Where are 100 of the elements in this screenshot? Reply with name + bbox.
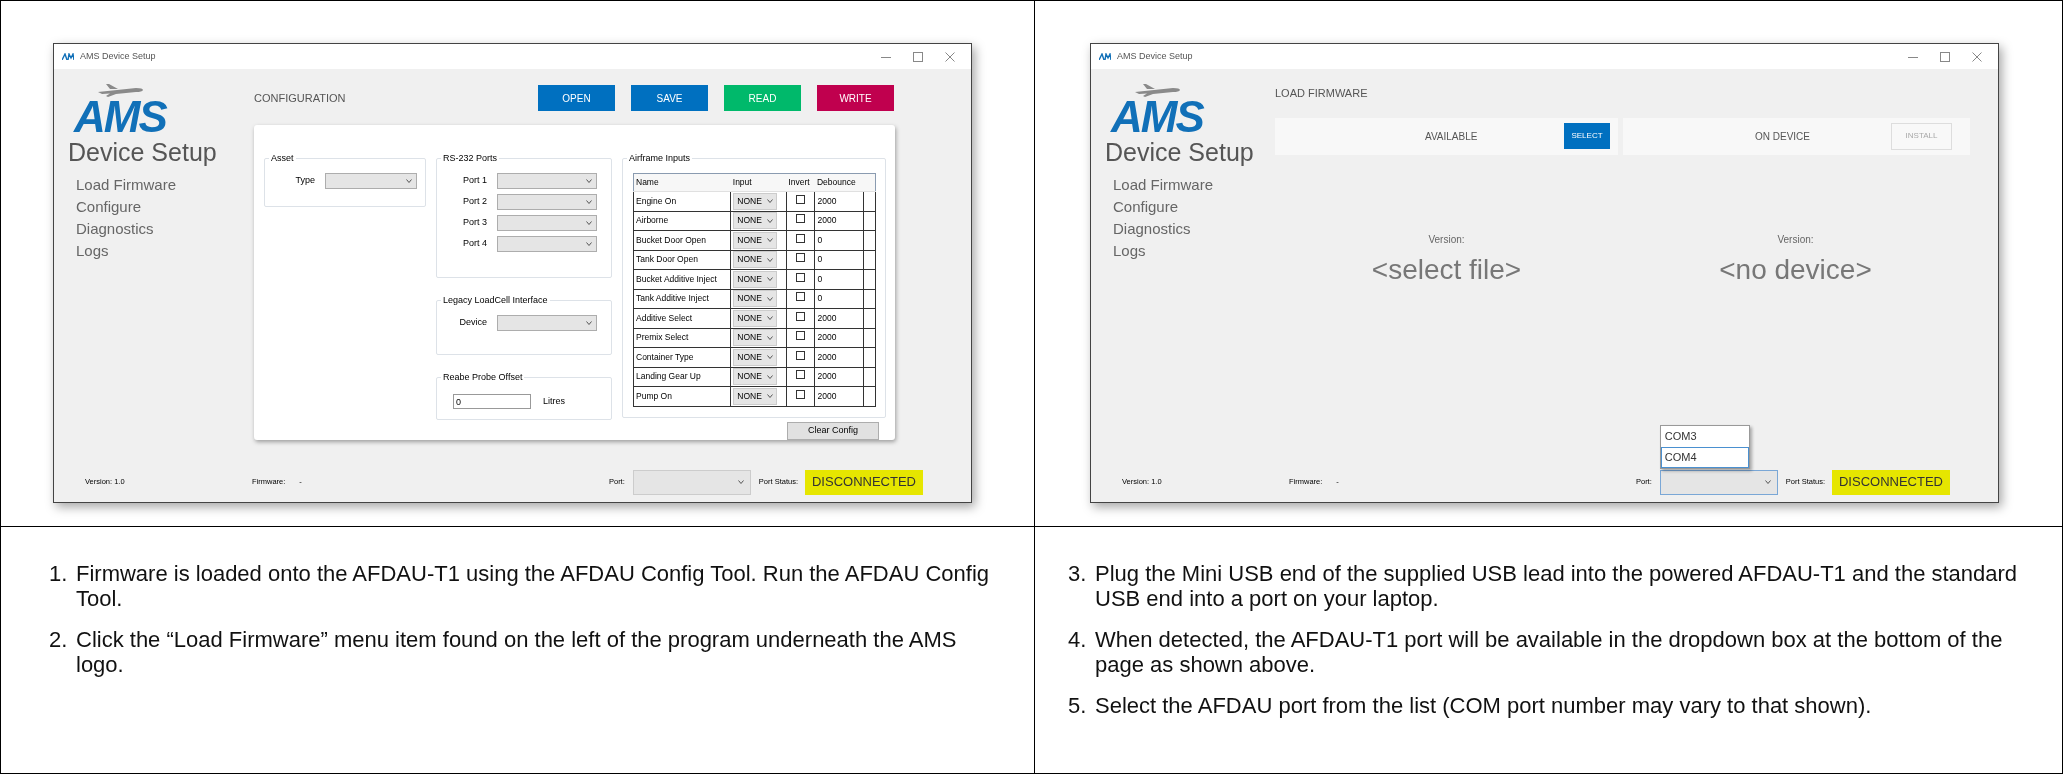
clear-config-button[interactable]: Clear Config bbox=[787, 421, 879, 440]
chevron-down-icon bbox=[767, 199, 774, 204]
chevron-down-icon bbox=[586, 200, 592, 204]
app-logo-icon bbox=[62, 53, 74, 60]
table-cell: Bucket Door Open bbox=[633, 230, 731, 250]
checkbox[interactable] bbox=[796, 331, 806, 341]
table-cell: Pump On bbox=[633, 386, 731, 406]
step-number: 1. bbox=[49, 561, 69, 588]
header-button[interactable]: WRITE bbox=[817, 85, 894, 111]
step-text: Plug the Mini USB end of the supplied USB lead into the powered AFDAU-T1 and the standard USB end into a port on your laptop. bbox=[1095, 561, 2019, 611]
header-button[interactable]: OPEN bbox=[538, 85, 615, 111]
status-badge: DISCONNECTED bbox=[805, 469, 923, 495]
chevron-down-icon bbox=[406, 179, 412, 183]
logo-text: AMS bbox=[1111, 97, 1205, 137]
page-title: LOAD FIRMWARE bbox=[1275, 86, 1369, 101]
group-title: Asset bbox=[269, 152, 296, 164]
field-label: Type bbox=[294, 174, 315, 188]
chevron-down-icon bbox=[586, 179, 592, 183]
table-cell: Additive Select bbox=[633, 308, 731, 328]
input-field[interactable]: 0 bbox=[453, 394, 531, 409]
chevron-down-icon bbox=[767, 374, 774, 379]
checkbox[interactable] bbox=[796, 311, 806, 321]
table-cell: Tank Door Open bbox=[633, 250, 731, 270]
close-icon bbox=[945, 51, 955, 62]
dropdown[interactable]: NONE bbox=[733, 270, 778, 288]
table-cell: Landing Gear Up bbox=[633, 367, 731, 387]
checkbox[interactable] bbox=[796, 253, 806, 263]
table-cell: Airborne bbox=[633, 211, 731, 231]
chevron-down-icon bbox=[586, 242, 592, 246]
menu-item[interactable]: Configure bbox=[76, 197, 254, 216]
step-number: 5. bbox=[1068, 693, 1088, 718]
window-title: AMS Device Setup bbox=[1117, 49, 1193, 63]
chevron-down-icon bbox=[767, 316, 774, 321]
page-title: CONFIGURATION bbox=[254, 90, 347, 106]
table-cell: 2000 bbox=[815, 328, 864, 348]
checkbox[interactable] bbox=[796, 370, 806, 380]
chevron-down-icon bbox=[767, 218, 774, 223]
dropdown[interactable]: NONE bbox=[733, 368, 778, 386]
table-cell: 0 bbox=[815, 289, 864, 309]
unit-label: Litres bbox=[543, 394, 565, 408]
table-cell: Bucket Additive Inject bbox=[633, 269, 731, 289]
dropdown[interactable]: NONE bbox=[733, 309, 778, 327]
chevron-down-icon bbox=[767, 355, 774, 360]
version-label: Version: bbox=[1428, 232, 1465, 247]
menu-item[interactable]: Diagnostics bbox=[76, 219, 254, 238]
logo-text: AMS bbox=[74, 97, 168, 137]
select-button[interactable]: SELECT bbox=[1564, 123, 1610, 149]
table-cell: Premix Select bbox=[633, 328, 731, 348]
dropdown[interactable]: NONE bbox=[733, 192, 778, 210]
dropdown-option[interactable]: COM4 bbox=[1660, 446, 1749, 468]
checkbox[interactable] bbox=[796, 350, 806, 360]
dropdown[interactable]: NONE bbox=[733, 387, 778, 405]
checkbox[interactable] bbox=[796, 214, 806, 224]
version-value: <select file> bbox=[1371, 252, 1522, 287]
checkbox[interactable] bbox=[796, 272, 806, 282]
dropdown[interactable]: NONE bbox=[733, 251, 778, 269]
header-button[interactable]: SAVE bbox=[631, 85, 708, 111]
maximize-icon bbox=[913, 51, 923, 62]
dropdown[interactable]: NONE bbox=[733, 329, 778, 347]
dropdown-option[interactable]: COM3 bbox=[1660, 425, 1749, 447]
checkbox[interactable] bbox=[796, 292, 806, 302]
table-cell: Engine On bbox=[633, 191, 731, 211]
step-text: Click the “Load Firmware” menu item found on the left of the program underneath the AMS logo. bbox=[76, 627, 958, 677]
status-badge: DISCONNECTED bbox=[1832, 469, 1950, 495]
group-title: Airframe Inputs bbox=[627, 152, 693, 164]
chevron-down-icon bbox=[586, 221, 592, 225]
column-header: Debounce bbox=[815, 173, 864, 192]
menu-item[interactable]: Load Firmware bbox=[76, 175, 254, 194]
table-cell: Tank Additive Inject bbox=[633, 289, 731, 309]
app-logo-icon bbox=[1099, 53, 1111, 60]
step-number: 2. bbox=[49, 627, 69, 654]
app-subtitle: Device Setup bbox=[68, 137, 218, 167]
field-label: Port 1 bbox=[462, 174, 487, 188]
step-number: 4. bbox=[1068, 627, 1088, 654]
dropdown[interactable]: NONE bbox=[733, 290, 778, 308]
chevron-down-icon bbox=[767, 238, 774, 243]
menu-item[interactable]: Logs bbox=[76, 241, 254, 260]
menu-item[interactable]: Configure bbox=[1113, 197, 1275, 216]
checkbox[interactable] bbox=[796, 194, 806, 204]
step-text: Firmware is loaded onto the AFDAU-T1 using the AFDAU Config Tool. Run the AFDAU Config Tool. bbox=[76, 561, 990, 611]
chevron-down-icon bbox=[737, 480, 744, 484]
menu-item[interactable]: Load Firmware bbox=[1113, 175, 1275, 194]
table-cell: 2000 bbox=[815, 367, 864, 387]
table-cell: 2000 bbox=[815, 347, 864, 367]
dropdown[interactable]: NONE bbox=[733, 212, 778, 230]
chevron-down-icon bbox=[767, 257, 774, 262]
column-header: Input bbox=[730, 173, 787, 192]
dropdown[interactable]: NONE bbox=[733, 231, 778, 249]
checkbox[interactable] bbox=[796, 233, 806, 243]
dropdown[interactable]: NONE bbox=[733, 348, 778, 366]
chevron-down-icon bbox=[767, 296, 774, 301]
window-title: AMS Device Setup bbox=[80, 49, 156, 63]
version-label: Version: bbox=[1777, 232, 1814, 247]
step-text: Select the AFDAU port from the list (COM port number may vary to that shown). bbox=[1095, 693, 1872, 718]
field-label: Device bbox=[458, 316, 487, 330]
checkbox[interactable] bbox=[796, 389, 806, 399]
menu-item[interactable]: Diagnostics bbox=[1113, 219, 1275, 238]
airplane-icon bbox=[1133, 83, 1181, 97]
menu-item[interactable]: Logs bbox=[1113, 241, 1275, 260]
group-title: Legacy LoadCell Interface bbox=[441, 294, 550, 306]
